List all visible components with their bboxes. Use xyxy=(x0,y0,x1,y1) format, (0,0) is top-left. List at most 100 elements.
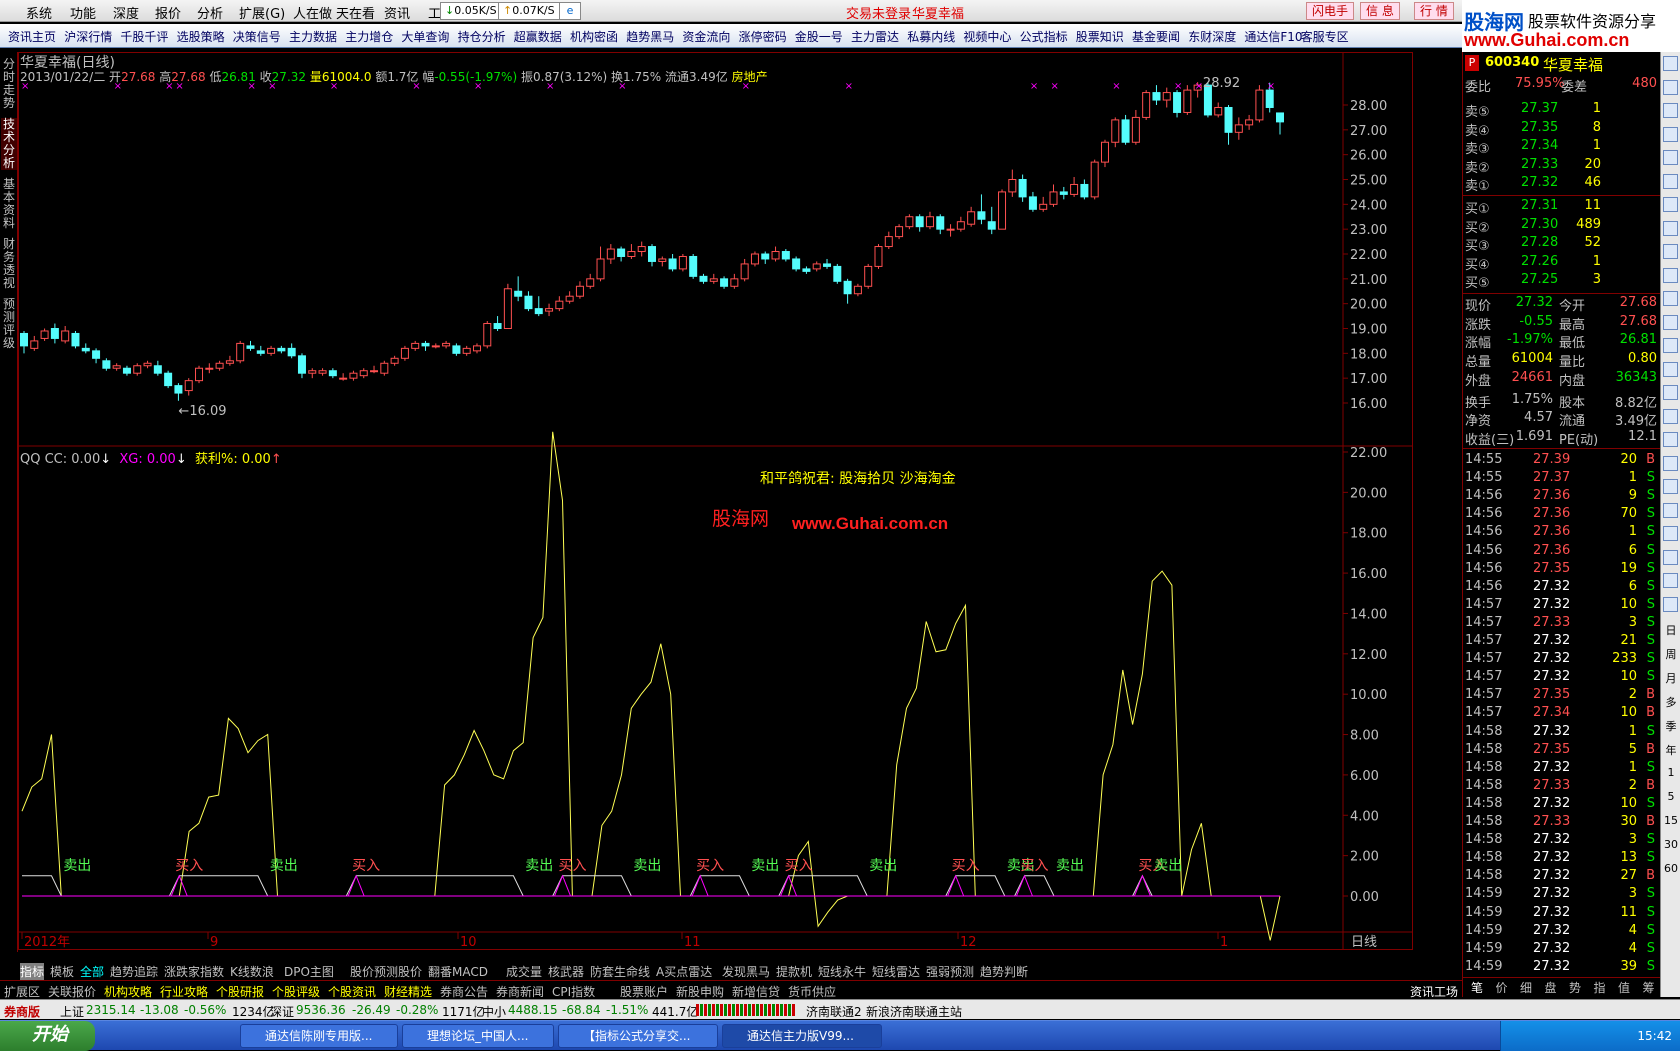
kline-chart[interactable]: 28.00 27.00 26.00 25.00 24.00 23.00 22.00 21.00… xyxy=(18,52,1413,952)
toolbar-item-18[interactable]: 公式指标 xyxy=(1020,28,1068,45)
tool-icon-11[interactable] xyxy=(1663,314,1678,330)
indicator-tab-3[interactable]: 趋势追踪 xyxy=(110,963,158,980)
server-name[interactable]: 济南联通2 xyxy=(806,1003,862,1020)
toolbar-item-19[interactable]: 股票知识 xyxy=(1076,28,1124,45)
tool-icon-9[interactable] xyxy=(1663,267,1678,283)
tool-icon-3[interactable] xyxy=(1663,126,1678,142)
tool-icon-5[interactable] xyxy=(1663,173,1678,189)
indicator-tab-15[interactable]: 短线永牛 xyxy=(818,963,866,980)
work-label[interactable]: 资讯工场 xyxy=(1410,983,1458,1000)
toolbar-item-22[interactable]: 通达信F10 xyxy=(1244,28,1302,45)
period-3[interactable]: 多 xyxy=(1661,694,1680,710)
indicator-tab-5[interactable]: K线数浪 xyxy=(230,963,274,980)
indicator-tab-11[interactable]: 防套生命线 xyxy=(590,963,650,980)
ext-tab-12[interactable]: 新股申购 xyxy=(676,983,724,1000)
toolbar-item-2[interactable]: 千股千评 xyxy=(120,28,168,45)
indicator-tab-4[interactable]: 涨跌家指数 xyxy=(164,963,224,980)
quote-tab-0[interactable]: 笔 xyxy=(1471,979,1483,996)
quote-tab-5[interactable]: 指 xyxy=(1594,979,1606,996)
toolbar-item-16[interactable]: 私募内线 xyxy=(907,28,955,45)
indicator-tab-7[interactable]: 股价预测股价 xyxy=(350,963,422,980)
period-4[interactable]: 季 xyxy=(1661,718,1680,734)
period-6[interactable]: 1 xyxy=(1661,766,1680,779)
login-status[interactable]: 交易未登录 xyxy=(846,3,911,22)
indicator-tab-13[interactable]: 发现黑马 xyxy=(722,963,770,980)
indicator-tab-2[interactable]: 全部 xyxy=(80,963,104,980)
quote-tab-2[interactable]: 细 xyxy=(1520,979,1532,996)
ext-tab-10[interactable]: CPI指数 xyxy=(552,983,595,1000)
tool-icon-6[interactable] xyxy=(1663,197,1678,212)
indicator-tab-9[interactable]: 成交量 xyxy=(506,963,542,980)
ext-tab-8[interactable]: 券商公告 xyxy=(440,983,488,1000)
toolbar-item-4[interactable]: 决策信号 xyxy=(233,28,281,45)
toolbar-item-11[interactable]: 趋势黑马 xyxy=(626,28,674,45)
indicator-tab-1[interactable]: 模板 xyxy=(50,963,74,980)
ext-tab-14[interactable]: 货币供应 xyxy=(788,983,836,1000)
tool-icon-18[interactable] xyxy=(1663,479,1678,494)
tool-icon-21[interactable] xyxy=(1663,549,1678,565)
tool-icon-16[interactable] xyxy=(1663,432,1678,447)
tool-icon-4[interactable] xyxy=(1663,150,1678,165)
side-tab-forecast[interactable]: 预测评级 xyxy=(1,298,17,350)
period-10[interactable]: 60 xyxy=(1661,862,1680,875)
tool-icon-15[interactable] xyxy=(1663,408,1678,424)
tool-icon-2[interactable] xyxy=(1663,103,1678,118)
ext-tab-11[interactable]: 股票账户 xyxy=(620,983,668,1000)
side-tab-technical[interactable]: 技术分析 xyxy=(1,118,17,170)
ext-tab-13[interactable]: 新增信贷 xyxy=(732,983,780,1000)
tool-icon-13[interactable] xyxy=(1663,361,1678,377)
menu-quote[interactable]: 报价 xyxy=(155,3,181,22)
period-5[interactable]: 年 xyxy=(1661,742,1680,758)
task-tdx-main[interactable]: 通达信主力版V99... xyxy=(722,1024,882,1048)
tool-icon-12[interactable] xyxy=(1663,338,1678,353)
tool-icon-0[interactable] xyxy=(1663,56,1678,71)
toolbar-item-14[interactable]: 金股一号 xyxy=(795,28,843,45)
quote-tab-3[interactable]: 盘 xyxy=(1545,979,1557,996)
toolbar-item-12[interactable]: 资金流向 xyxy=(682,28,730,45)
quote-tab-7[interactable]: 筹 xyxy=(1643,979,1655,996)
ext-tab-1[interactable]: 关联报价 xyxy=(48,983,96,1000)
menu-analysis[interactable]: 分析 xyxy=(197,3,223,22)
toolbar-item-1[interactable]: 沪深行情 xyxy=(64,28,112,45)
indicator-tab-8[interactable]: 翻番MACD xyxy=(428,963,488,980)
task-tdx-chengang[interactable]: 通达信陈刚专用版... xyxy=(240,1024,398,1048)
ext-tab-7[interactable]: 财经精选 xyxy=(384,983,432,1000)
menu-depth[interactable]: 深度 xyxy=(113,3,139,22)
period-1[interactable]: 周 xyxy=(1661,646,1680,662)
toolbar-item-20[interactable]: 基金要闻 xyxy=(1132,28,1180,45)
menu-news[interactable]: 资讯 xyxy=(384,3,410,22)
toolbar-item-9[interactable]: 超赢数据 xyxy=(514,28,562,45)
ext-tab-2[interactable]: 机构攻略 xyxy=(104,983,152,1000)
quote-button[interactable]: 行 情 xyxy=(1414,2,1454,20)
indicator-tab-18[interactable]: 趋势判断 xyxy=(980,963,1028,980)
ext-tab-6[interactable]: 个股资讯 xyxy=(328,983,376,1000)
indicator-tab-12[interactable]: A买点雷达 xyxy=(656,963,712,980)
ext-tab-0[interactable]: 扩展区 xyxy=(4,983,40,1000)
period-8[interactable]: 15 xyxy=(1661,814,1680,827)
ext-tab-4[interactable]: 个股研报 xyxy=(216,983,264,1000)
indicator-tab-0[interactable]: 指标 xyxy=(20,963,45,980)
indicator-tab-16[interactable]: 短线雷达 xyxy=(872,963,920,980)
period-7[interactable]: 5 xyxy=(1661,790,1680,803)
task-lixiang-forum[interactable]: 理想论坛_中国人... xyxy=(402,1024,554,1048)
task-formula-share[interactable]: 【指标公式分享交... xyxy=(558,1024,718,1048)
browser-icon[interactable]: e xyxy=(559,2,581,20)
tool-icon-23[interactable] xyxy=(1663,596,1678,612)
period-0[interactable]: 日 xyxy=(1661,622,1680,638)
toolbar-item-21[interactable]: 东财深度 xyxy=(1188,28,1236,45)
toolbar-item-15[interactable]: 主力雷达 xyxy=(851,28,899,45)
tool-icon-1[interactable] xyxy=(1663,79,1678,95)
toolbar-item-3[interactable]: 选股策略 xyxy=(177,28,225,45)
period-9[interactable]: 30 xyxy=(1661,838,1680,851)
tool-icon-10[interactable] xyxy=(1663,291,1678,306)
ext-tab-9[interactable]: 券商新闻 xyxy=(496,983,544,1000)
ext-tab-5[interactable]: 个股评级 xyxy=(272,983,320,1000)
flash-trade-button[interactable]: 闪电手 xyxy=(1306,2,1355,20)
quote-tab-4[interactable]: 势 xyxy=(1569,979,1581,996)
side-tab-basic[interactable]: 基本资料 xyxy=(1,178,17,230)
tool-icon-19[interactable] xyxy=(1663,502,1678,518)
toolbar-item-13[interactable]: 涨停密码 xyxy=(739,28,787,45)
indicator-tab-10[interactable]: 核武器 xyxy=(548,963,584,980)
menu-renzaizuo[interactable]: 人在做 xyxy=(293,3,332,22)
toolbar-item-0[interactable]: 资讯主页 xyxy=(8,28,56,45)
